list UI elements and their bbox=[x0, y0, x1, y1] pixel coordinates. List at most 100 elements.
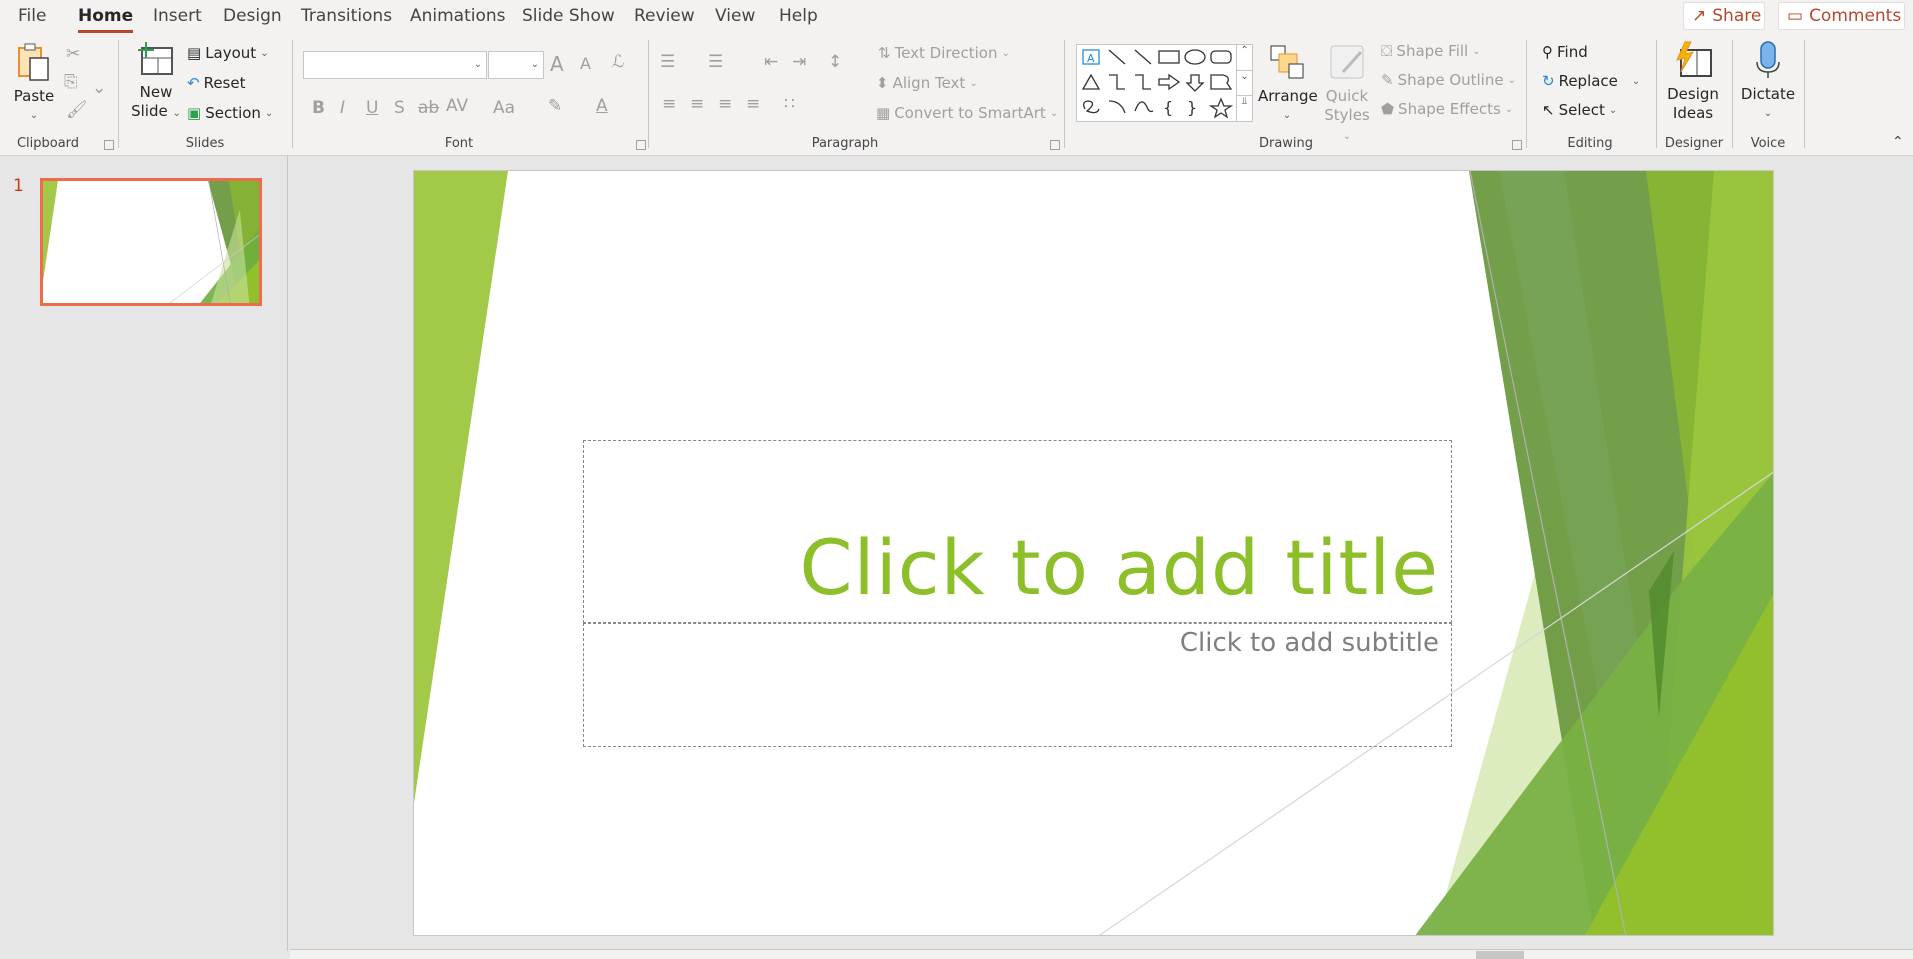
convert-smartart-button[interactable]: ▦ Convert to SmartArt ⌄ bbox=[876, 104, 1058, 122]
subtitle-placeholder[interactable]: Click to add subtitle bbox=[583, 623, 1452, 747]
dialog-launcher-icon[interactable] bbox=[636, 140, 646, 150]
decrease-indent-icon[interactable]: ⇤ bbox=[764, 52, 778, 72]
clipboard-icon bbox=[18, 43, 49, 81]
smartart-icon: ▦ bbox=[876, 104, 891, 122]
svg-text:}: } bbox=[1187, 98, 1197, 117]
pencil-icon: ✎ bbox=[1381, 71, 1394, 89]
design-ideas-button[interactable]: Design Ideas bbox=[1662, 40, 1724, 123]
align-right-icon[interactable]: ≡ bbox=[718, 94, 732, 114]
dialog-launcher-icon[interactable] bbox=[104, 140, 114, 150]
select-button[interactable]: ↖ Select ⌄ bbox=[1542, 101, 1617, 119]
scrollbar-thumb[interactable] bbox=[1476, 951, 1524, 959]
slide-number: 1 bbox=[13, 176, 24, 196]
tab-review[interactable]: Review bbox=[634, 5, 695, 27]
font-name-combo[interactable]: ⌄ bbox=[303, 51, 487, 79]
group-label-designer: Designer bbox=[1664, 136, 1724, 151]
reset-button[interactable]: ↶ Reset bbox=[187, 74, 245, 92]
align-left-icon[interactable]: ≡ bbox=[662, 94, 676, 114]
shape-outline-button[interactable]: ✎ Shape Outline ⌄ bbox=[1381, 71, 1516, 89]
comment-icon: ▭ bbox=[1787, 6, 1804, 26]
line-spacing-icon[interactable]: ↕ bbox=[828, 52, 842, 72]
align-text-button[interactable]: ⬍ Align Text ⌄ bbox=[876, 74, 978, 92]
numbering-icon[interactable]: ☰ bbox=[708, 52, 723, 72]
bullets-icon[interactable]: ☰ bbox=[660, 52, 675, 72]
bold-button[interactable]: B bbox=[312, 98, 325, 118]
group-label-slides: Slides bbox=[185, 136, 225, 151]
shapes-gallery[interactable]: A {} ⌃ ⌄ ⫫ bbox=[1076, 44, 1253, 122]
gallery-more-icon[interactable]: ⫫ bbox=[1237, 95, 1252, 120]
tab-insert[interactable]: Insert bbox=[153, 5, 202, 27]
shrink-font-icon[interactable]: A bbox=[580, 54, 591, 73]
font-size-combo[interactable]: ⌄ bbox=[488, 51, 544, 79]
quick-styles-button[interactable]: Quick Styles ⌄ bbox=[1322, 42, 1372, 146]
copy-icon[interactable]: ⎘ bbox=[64, 72, 78, 92]
comments-button[interactable]: ▭ Comments bbox=[1778, 2, 1905, 30]
new-slide-button[interactable]: New Slide ⌄ bbox=[128, 40, 184, 123]
chevron-down-icon: ⌄ bbox=[29, 110, 39, 121]
find-button[interactable]: ⚲ Find bbox=[1542, 43, 1588, 61]
divider bbox=[1804, 40, 1805, 148]
tab-help[interactable]: Help bbox=[779, 5, 818, 27]
shape-effects-button[interactable]: ⬟ Shape Effects ⌄ bbox=[1381, 100, 1513, 118]
strikethrough-button[interactable]: ab bbox=[418, 98, 439, 118]
new-slide-icon bbox=[138, 42, 173, 75]
align-center-icon[interactable]: ≡ bbox=[690, 94, 704, 114]
chevron-down-icon: ⌄ bbox=[1049, 107, 1059, 119]
grow-font-icon[interactable]: A bbox=[550, 52, 564, 76]
microphone-icon bbox=[1756, 41, 1780, 78]
character-spacing-button[interactable]: AV bbox=[446, 96, 468, 116]
tab-slide-show[interactable]: Slide Show bbox=[522, 5, 615, 27]
format-painter-icon[interactable]: 🖌 bbox=[66, 100, 88, 120]
chevron-down-icon: ⌄ bbox=[1608, 104, 1618, 116]
chevron-down-icon: ⌄ bbox=[1763, 108, 1773, 119]
tab-view[interactable]: View bbox=[715, 5, 755, 27]
font-color-icon[interactable]: A bbox=[596, 96, 608, 116]
arrange-button[interactable]: Arrange ⌄ bbox=[1258, 42, 1318, 125]
justify-icon[interactable]: ≡ bbox=[746, 94, 760, 114]
tab-animations[interactable]: Animations bbox=[410, 5, 506, 27]
chevron-down-icon[interactable]: ⌄ bbox=[92, 78, 106, 98]
chevron-down-icon: ⌄ bbox=[264, 107, 274, 119]
slide-thumbnail[interactable] bbox=[40, 178, 262, 306]
slide-canvas[interactable]: Click to add title Click to add subtitle bbox=[413, 170, 1774, 936]
tab-file[interactable]: File bbox=[18, 5, 46, 27]
horizontal-scrollbar[interactable] bbox=[290, 949, 1913, 959]
divider bbox=[1732, 40, 1733, 148]
dictate-button[interactable]: Dictate ⌄ bbox=[1738, 40, 1798, 123]
share-button[interactable]: ↗ Share bbox=[1683, 2, 1765, 30]
replace-button[interactable]: ↻ Replace ⌄ bbox=[1542, 72, 1640, 90]
tab-transitions[interactable]: Transitions bbox=[301, 5, 392, 27]
clear-formatting-icon[interactable]: ℒ bbox=[612, 52, 624, 72]
share-icon: ↗ bbox=[1692, 6, 1707, 26]
replace-icon: ↻ bbox=[1542, 72, 1555, 90]
cursor-arrow-icon: ↖ bbox=[1542, 101, 1555, 119]
underline-button[interactable]: U bbox=[366, 98, 378, 118]
increase-indent-icon[interactable]: ⇥ bbox=[792, 52, 806, 72]
columns-icon[interactable]: ∷ bbox=[784, 94, 795, 114]
quick-styles-icon bbox=[1330, 45, 1364, 79]
highlight-icon[interactable]: ✎ bbox=[548, 96, 562, 116]
title-placeholder[interactable]: Click to add title bbox=[583, 440, 1452, 623]
paint-bucket-icon: ⛋ bbox=[1381, 42, 1393, 60]
italic-button[interactable]: I bbox=[340, 98, 345, 118]
shadow-button[interactable]: S bbox=[394, 98, 405, 118]
gallery-scroll-down-icon[interactable]: ⌄ bbox=[1237, 70, 1252, 95]
cut-icon[interactable]: ✂ bbox=[66, 44, 80, 64]
shape-fill-button[interactable]: ⛋ Shape Fill ⌄ bbox=[1381, 42, 1481, 60]
ribbon-tab-bar: File Home Insert Design Transitions Anim… bbox=[0, 0, 1913, 34]
section-button[interactable]: ▣ Section ⌄ bbox=[187, 104, 273, 122]
text-direction-button[interactable]: ⇅ Text Direction ⌄ bbox=[878, 44, 1010, 62]
collapse-ribbon-icon[interactable]: ⌃ bbox=[1892, 134, 1904, 150]
gallery-scroll-up-icon[interactable]: ⌃ bbox=[1237, 45, 1252, 70]
divider bbox=[292, 40, 293, 148]
tab-home[interactable]: Home bbox=[78, 5, 134, 33]
dialog-launcher-icon[interactable] bbox=[1050, 140, 1060, 150]
dialog-launcher-icon[interactable] bbox=[1512, 140, 1522, 150]
svg-text:A: A bbox=[1087, 52, 1095, 65]
change-case-button[interactable]: Aa bbox=[493, 98, 515, 118]
paste-button[interactable]: Paste ⌄ bbox=[12, 42, 56, 125]
layout-button[interactable]: ▤ Layout ⌄ bbox=[187, 44, 269, 62]
chevron-down-icon: ⌄ bbox=[172, 108, 181, 119]
divider bbox=[1526, 40, 1527, 148]
tab-design[interactable]: Design bbox=[223, 5, 282, 27]
